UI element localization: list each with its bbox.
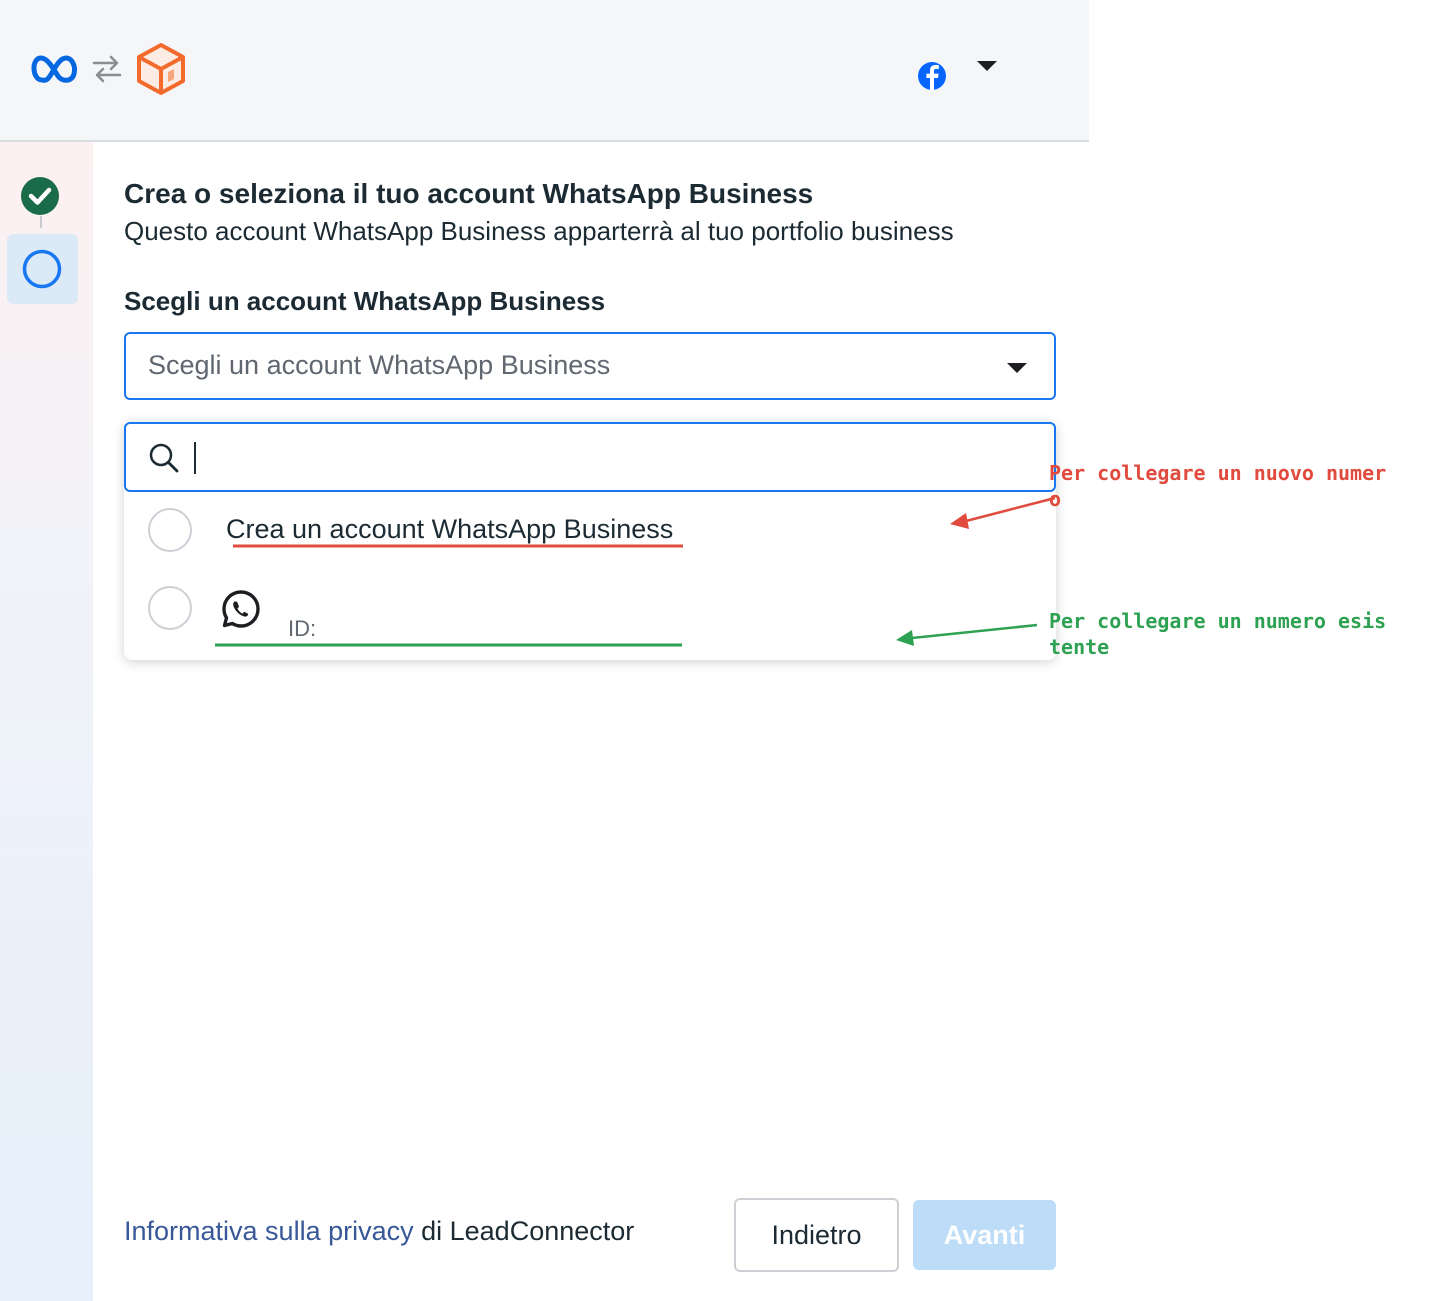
swap-arrows-icon	[92, 55, 122, 83]
circle-outline-icon	[22, 249, 62, 289]
meta-logo-icon	[31, 55, 77, 83]
whatsapp-icon	[222, 590, 260, 628]
account-switcher[interactable]	[914, 58, 998, 94]
next-button[interactable]: Avanti	[913, 1200, 1056, 1270]
caret-down-icon	[977, 61, 997, 71]
text-cursor	[194, 442, 196, 474]
dialog-header	[0, 0, 1089, 142]
account-select-placeholder: Scegli un account WhatsApp Business	[148, 350, 611, 380]
option-existing-id: ID:	[288, 616, 317, 641]
option-existing-account[interactable]: ID:	[124, 582, 1056, 652]
header-logos	[28, 42, 188, 96]
whatsapp-signup-dialog: Crea o seleziona il tuo account WhatsApp…	[0, 0, 1089, 1301]
facebook-icon	[918, 62, 946, 90]
search-input[interactable]	[190, 436, 1034, 482]
radio-existing-account[interactable]	[148, 586, 192, 630]
account-dropdown-menu: Crea un account WhatsApp Business ID:	[124, 422, 1056, 660]
chevron-down-icon	[1007, 363, 1027, 373]
privacy-notice: Informativa sulla privacy di LeadConnect…	[124, 1216, 634, 1247]
leadconnector-logo-icon	[137, 43, 185, 95]
page-subtitle: Questo account WhatsApp Business apparte…	[124, 216, 954, 246]
page-title: Crea o seleziona il tuo account WhatsApp…	[124, 178, 814, 209]
annotation-new-number: Per collegare un nuovo numer o	[1049, 461, 1387, 511]
current-step-highlight	[7, 234, 78, 304]
step-connector	[40, 216, 42, 228]
option-create-account-label: Crea un account WhatsApp Business	[226, 514, 674, 544]
privacy-suffix: di LeadConnector	[413, 1216, 635, 1246]
back-button[interactable]: Indietro	[734, 1198, 899, 1272]
check-circle-icon	[21, 177, 59, 215]
progress-stepper	[0, 142, 93, 1301]
privacy-policy-link[interactable]: Informativa sulla privacy	[124, 1216, 414, 1246]
annotation-existing-number: Per collegare un numero esis tente	[1049, 609, 1387, 659]
search-icon	[149, 443, 179, 473]
account-select-label: Scegli un account WhatsApp Business	[124, 286, 606, 316]
dropdown-search[interactable]	[124, 422, 1056, 492]
radio-create-account[interactable]	[148, 508, 192, 552]
option-create-account[interactable]: Crea un account WhatsApp Business	[124, 506, 1056, 576]
account-select[interactable]: Scegli un account WhatsApp Business	[124, 332, 1056, 400]
